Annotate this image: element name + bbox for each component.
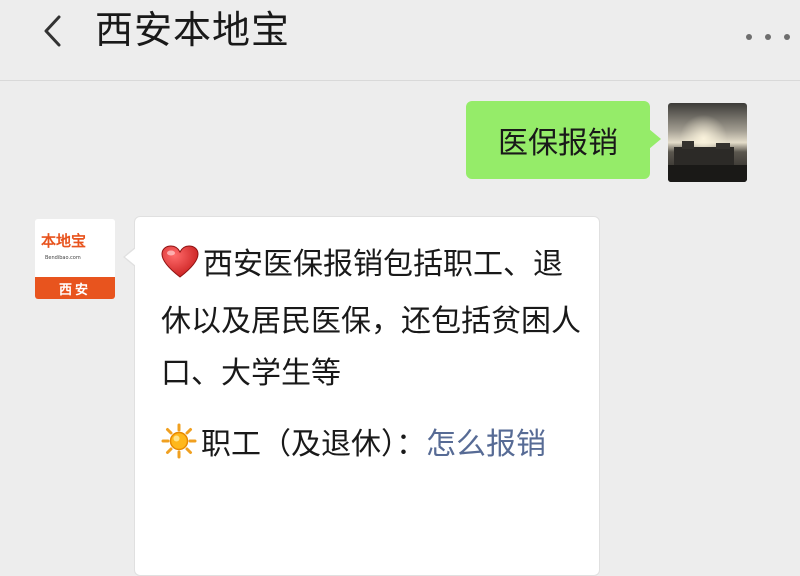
chat-header: 西安本地宝 — [0, 0, 800, 81]
how-to-reimburse-link[interactable]: 怎么报销 — [426, 427, 546, 462]
more-dots-icon — [765, 34, 771, 40]
more-dots-icon — [746, 34, 752, 40]
avatar-city-label: 西安 — [35, 277, 115, 299]
user-avatar[interactable] — [668, 103, 747, 182]
back-button[interactable] — [30, 8, 76, 54]
user-avatar-image — [668, 103, 747, 182]
avatar-brand-text: 本地宝 — [41, 232, 87, 250]
message-paragraph-text: 西安医保报销包括职工、退休以及居民医保，还包括贫困人口、大学生等 — [161, 247, 581, 391]
outgoing-message-text: 医保报销 — [498, 126, 618, 161]
message-paragraph-text: 职工（及退休）： — [201, 427, 426, 462]
avatar-url-text: Bendibao.com — [45, 255, 81, 261]
more-dots-icon — [784, 34, 790, 40]
sun-icon — [161, 423, 197, 476]
bendibao-avatar[interactable]: 本地宝 Bendibao.com 西安 — [35, 219, 115, 299]
heart-icon — [161, 244, 199, 296]
message-paragraph: 职工（及退休）：怎么报销 — [161, 419, 581, 476]
incoming-message-bubble[interactable]: 西安医保报销包括职工、退休以及居民医保，还包括贫困人口、大学生等 职工（及退休）… — [123, 216, 600, 576]
more-options-button[interactable] — [746, 26, 790, 48]
chevron-left-icon — [44, 15, 61, 47]
chat-title: 西安本地宝 — [95, 8, 291, 52]
message-paragraph: 西安医保报销包括职工、退休以及居民医保，还包括贫困人口、大学生等 — [161, 239, 581, 400]
outgoing-message-bubble[interactable]: 医保报销 — [466, 101, 661, 179]
